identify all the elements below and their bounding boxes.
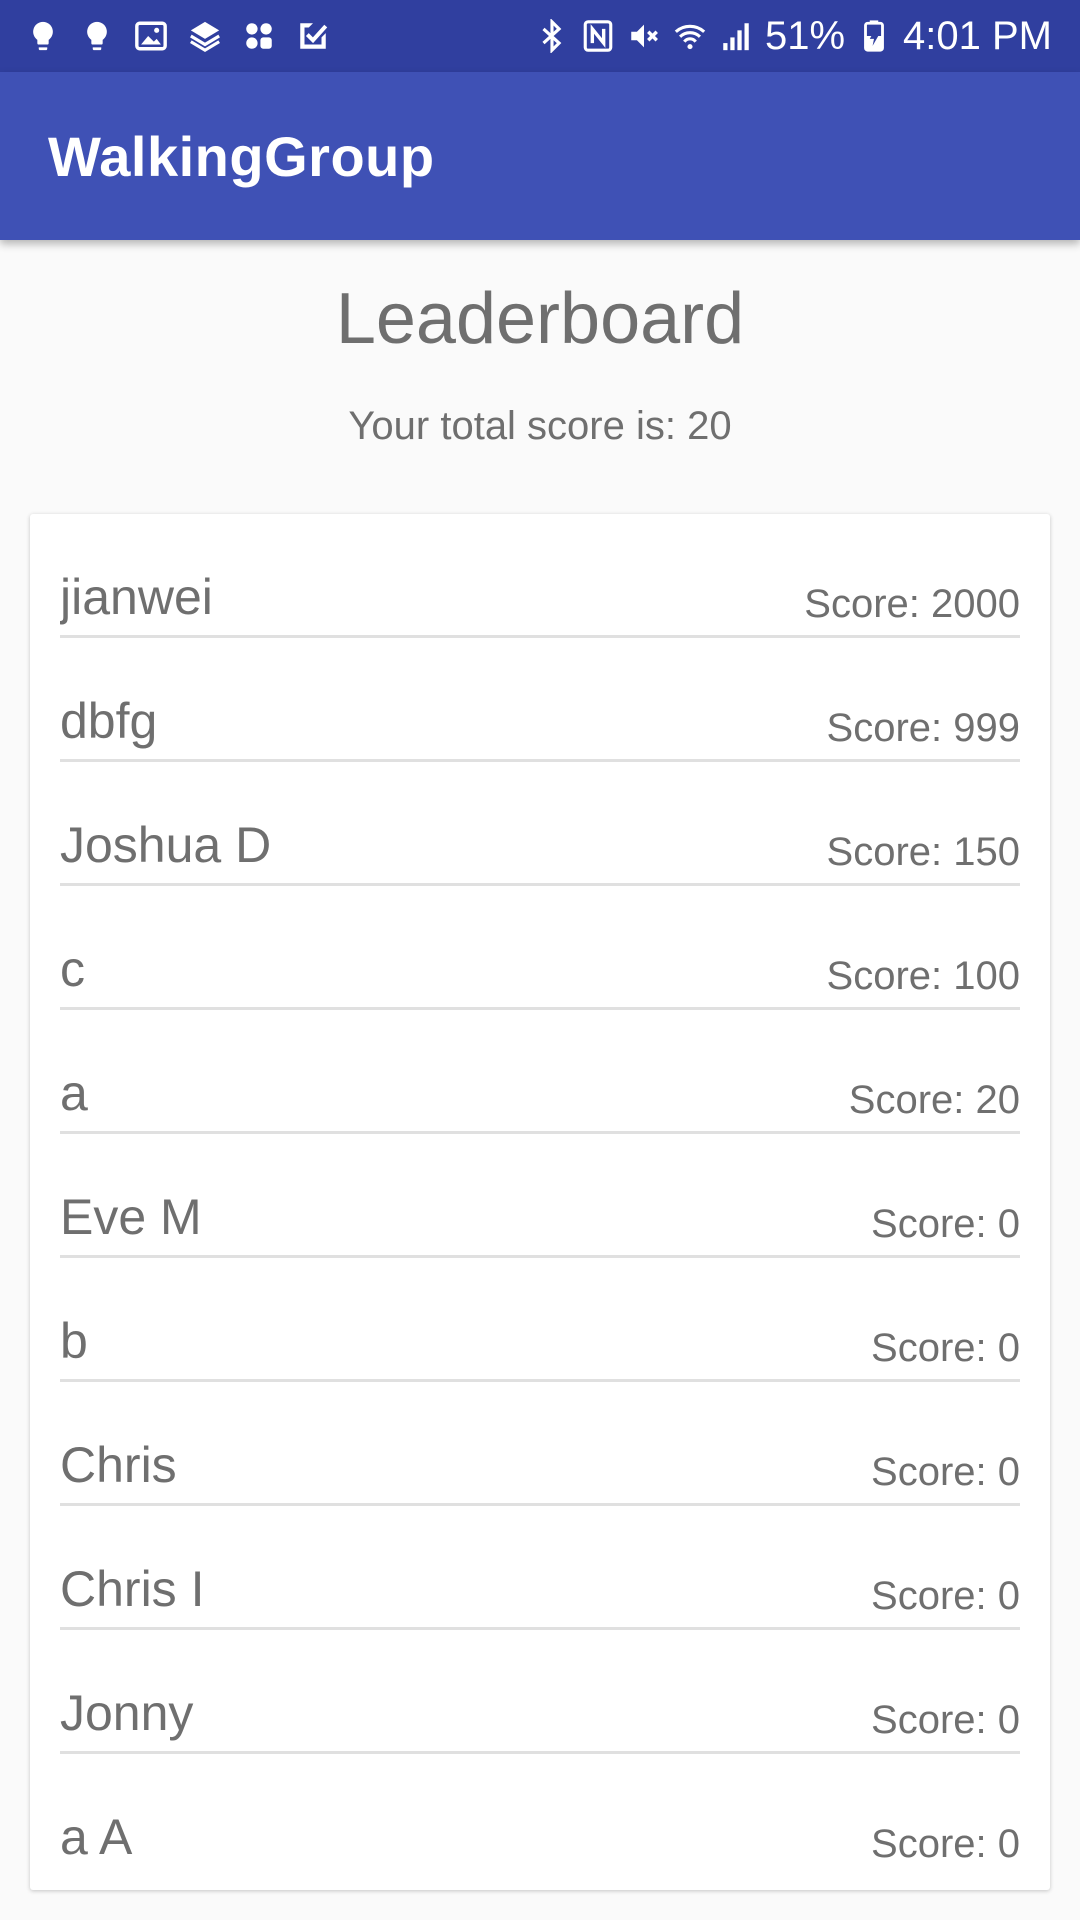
app-bar: WalkingGroup <box>0 72 1080 240</box>
checkmark-icon <box>296 19 330 53</box>
player-name: c <box>60 941 85 997</box>
player-name: dbfg <box>60 693 158 749</box>
status-bar: 51% 4:01 PM <box>0 0 1080 72</box>
leaderboard-row[interactable]: dbfg Score: 999 <box>60 638 1020 762</box>
leaderboard-card: jianwei Score: 2000 dbfg Score: 999 Joshua D… <box>30 514 1050 1890</box>
leaderboard-row[interactable]: Joshua D Score: 150 <box>60 762 1020 886</box>
player-score: Score: 0 <box>871 1574 1020 1618</box>
leaderboard-row[interactable]: a A Score: 0 <box>60 1754 1020 1858</box>
nfc-icon <box>581 19 615 53</box>
player-score: Score: 20 <box>848 1078 1020 1122</box>
leaderboard-row[interactable]: Chris Score: 0 <box>60 1382 1020 1506</box>
player-name: Eve M <box>60 1189 202 1245</box>
leaderboard-row[interactable]: Jonny Score: 0 <box>60 1630 1020 1754</box>
player-name: a <box>60 1065 88 1121</box>
player-score: Score: 0 <box>871 1202 1020 1246</box>
status-system-icons: 51% 4:01 PM <box>535 14 1052 59</box>
player-name: Chris <box>60 1437 177 1493</box>
player-score: Score: 0 <box>871 1698 1020 1742</box>
signal-icon <box>719 19 753 53</box>
clock: 4:01 PM <box>903 13 1052 58</box>
layers-icon <box>188 19 222 53</box>
player-name: Chris I <box>60 1561 205 1617</box>
player-score: Score: 0 <box>871 1822 1020 1858</box>
mute-icon <box>627 19 661 53</box>
player-name: Joshua D <box>60 817 272 873</box>
apps-icon <box>242 19 276 53</box>
leaderboard-row[interactable]: Chris I Score: 0 <box>60 1506 1020 1630</box>
status-notification-icons <box>26 19 330 53</box>
leaderboard-row[interactable]: jianwei Score: 2000 <box>60 514 1020 638</box>
player-score: Score: 999 <box>826 706 1020 750</box>
player-name: Jonny <box>60 1685 194 1741</box>
player-name: a A <box>60 1809 133 1858</box>
battery-charging-icon <box>857 19 891 53</box>
player-name: jianwei <box>60 569 213 625</box>
leaderboard-list[interactable]: jianwei Score: 2000 dbfg Score: 999 Joshua D… <box>60 514 1020 1858</box>
battery-level: 51% <box>764 13 846 58</box>
bluetooth-icon <box>535 19 569 53</box>
player-name: b <box>60 1313 88 1369</box>
app-title: WalkingGroup <box>48 124 435 188</box>
player-score: Score: 150 <box>826 830 1020 874</box>
bulb-icon <box>26 19 60 53</box>
leaderboard-row[interactable]: a Score: 20 <box>60 1010 1020 1134</box>
leaderboard-row[interactable]: Eve M Score: 0 <box>60 1134 1020 1258</box>
image-icon <box>134 19 168 53</box>
wifi-icon <box>673 19 707 53</box>
player-score: Score: 100 <box>826 954 1020 998</box>
leaderboard-row[interactable]: c Score: 100 <box>60 886 1020 1010</box>
bulb-icon <box>80 19 114 53</box>
player-score: Score: 0 <box>871 1450 1020 1494</box>
total-score-text: Your total score is: 20 <box>348 404 732 448</box>
leaderboard-row[interactable]: b Score: 0 <box>60 1258 1020 1382</box>
player-score: Score: 0 <box>871 1326 1020 1370</box>
player-score: Score: 2000 <box>804 582 1020 626</box>
page-title: Leaderboard <box>335 279 745 359</box>
